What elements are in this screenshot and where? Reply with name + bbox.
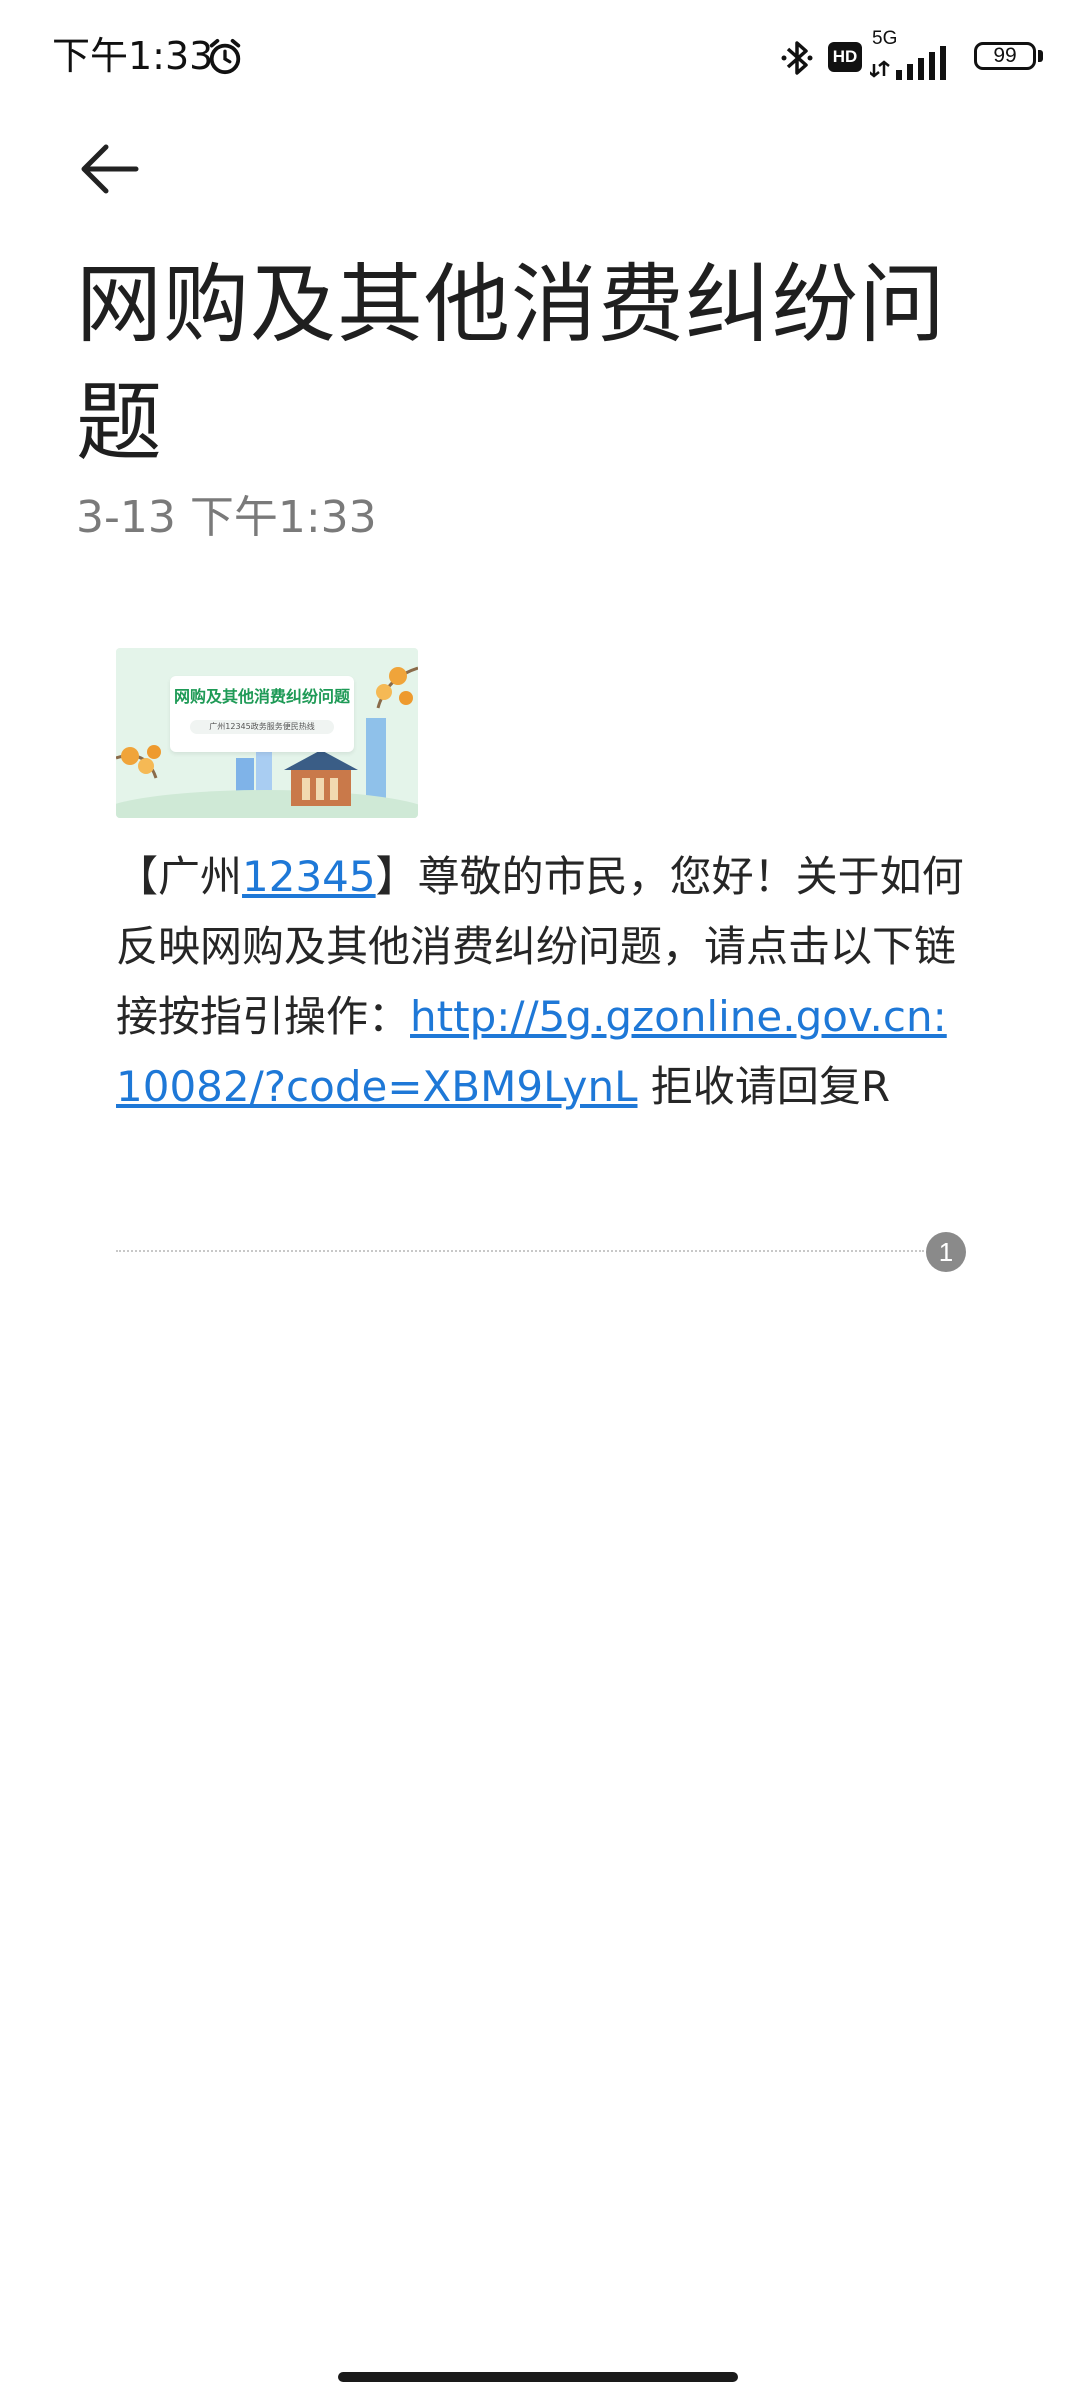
bluetooth-icon xyxy=(781,41,813,75)
battery-level: 99 xyxy=(993,44,1017,67)
signal-icon xyxy=(870,46,946,80)
message-timestamp: 3-13 下午1:33 xyxy=(76,492,377,543)
hd-voice-icon: HD xyxy=(828,42,862,72)
banner-card: 网购及其他消费纠纷问题 广州12345政务服务便民热线 xyxy=(170,676,354,752)
home-indicator[interactable] xyxy=(338,2372,738,2382)
message-divider xyxy=(116,1250,924,1252)
sim-slot-badge: 1 xyxy=(926,1232,966,1272)
message-text-suffix: 拒收请回复R xyxy=(637,1062,891,1111)
status-time: 下午1:33 xyxy=(52,34,214,78)
message-text-prefix: 【广州 xyxy=(116,852,243,901)
back-button[interactable] xyxy=(70,136,150,202)
alarm-icon xyxy=(209,38,241,75)
battery-icon: 99 xyxy=(974,42,1036,70)
status-bar: 下午1:33 HD 5G 99 xyxy=(0,0,1080,112)
banner-title: 网购及其他消费纠纷问题 xyxy=(173,687,350,706)
banner-subtitle: 广州12345政务服务便民热线 xyxy=(190,720,334,734)
page-title: 网购及其他消费纠纷问题 xyxy=(76,255,946,473)
battery-nub xyxy=(1038,50,1043,62)
back-arrow-icon xyxy=(81,144,139,194)
message-banner-image[interactable]: 网购及其他消费纠纷问题 广州12345政务服务便民热线 xyxy=(116,648,418,818)
message-body: 【广州12345】尊敬的市民，您好！关于如何反映网购及其他消费纠纷问题，请点击以… xyxy=(116,842,972,1122)
hotline-number-link[interactable]: 12345 xyxy=(242,852,376,901)
